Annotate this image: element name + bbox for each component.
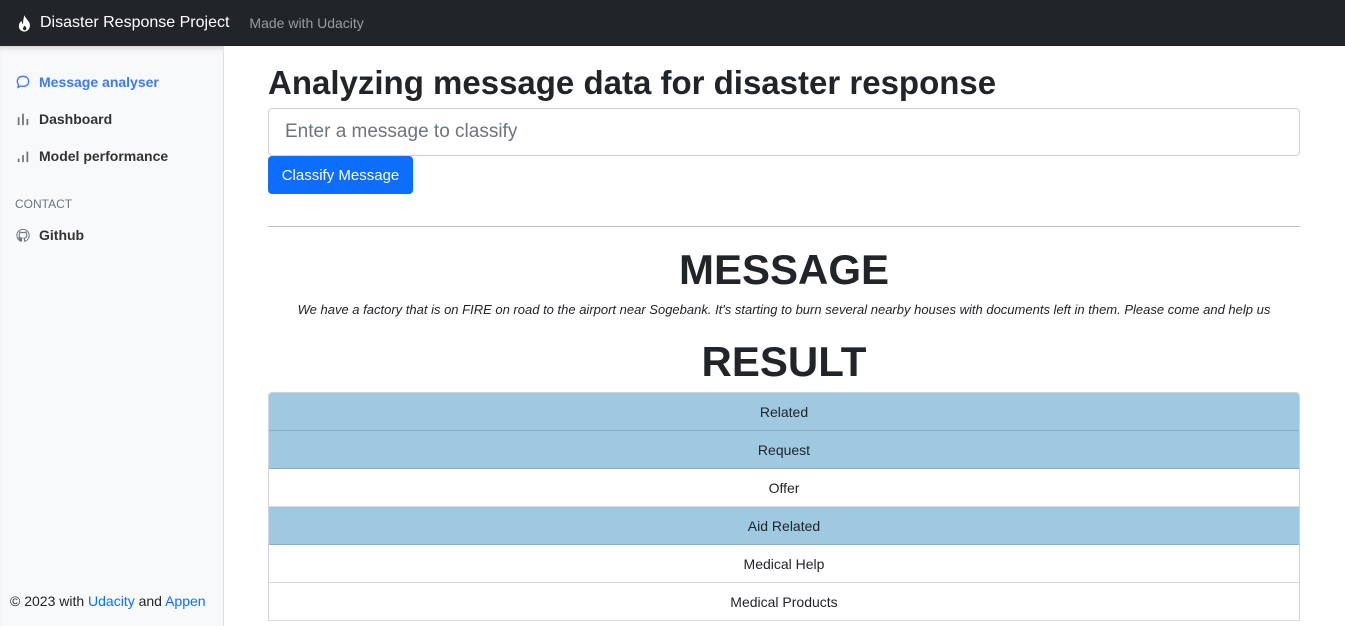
divider <box>268 226 1300 227</box>
main-content: Analyzing message data for disaster resp… <box>268 46 1300 626</box>
chat-icon <box>16 75 30 89</box>
result-item-related: Related <box>269 393 1299 431</box>
footer-text: © 2023 with <box>10 593 89 609</box>
brand-title: Disaster Response Project <box>40 14 230 31</box>
bar-chart-icon <box>16 112 30 126</box>
sidebar-item-label: Dashboard <box>39 111 113 127</box>
top-navbar: Disaster Response Project Made with Udac… <box>0 0 1345 46</box>
brand-link[interactable]: Disaster Response Project <box>0 0 229 46</box>
result-item-request: Request <box>269 431 1299 469</box>
message-input[interactable] <box>268 108 1300 156</box>
sidebar-item-label: Github <box>39 227 85 243</box>
appen-link[interactable]: Appen <box>165 593 205 609</box>
sidebar-item-label: Model performance <box>39 148 169 164</box>
udacity-link[interactable]: Udacity <box>88 593 135 609</box>
contact-heading: CONTACT <box>15 197 73 211</box>
footer-text: and <box>134 593 166 609</box>
github-icon <box>16 228 30 242</box>
classify-message-button[interactable]: Classify Message <box>268 156 413 194</box>
result-item-aid-related: Aid Related <box>269 507 1299 545</box>
message-text: We have a factory that is on FIRE on roa… <box>297 302 1271 317</box>
page-title: Analyzing message data for disaster resp… <box>268 64 997 101</box>
result-item-offer: Offer <box>269 469 1299 507</box>
result-item-medical-help: Medical Help <box>269 545 1299 583</box>
sidebar-footer: © 2023 with Udacity and Appen <box>10 593 206 609</box>
bar-chart-ascending-icon <box>16 149 30 163</box>
result-item-medical-products: Medical Products <box>269 583 1299 621</box>
sidebar-item-dashboard[interactable]: Dashboard <box>16 111 112 127</box>
message-heading: MESSAGE <box>678 246 890 293</box>
result-list: Related Request Offer Aid Related Medica… <box>268 392 1300 621</box>
result-heading: RESULT <box>701 338 867 385</box>
flame-icon <box>17 14 32 32</box>
sidebar-item-model-performance[interactable]: Model performance <box>16 148 168 164</box>
sidebar-item-github[interactable]: Github <box>16 227 84 243</box>
sidebar-item-message-analyser[interactable]: Message analyser <box>16 74 159 90</box>
sidebar: Message analyser Dashboard Model perform… <box>0 46 224 626</box>
sidebar-item-label: Message analyser <box>39 74 159 90</box>
made-with-udacity-link[interactable]: Made with Udacity <box>249 15 363 31</box>
